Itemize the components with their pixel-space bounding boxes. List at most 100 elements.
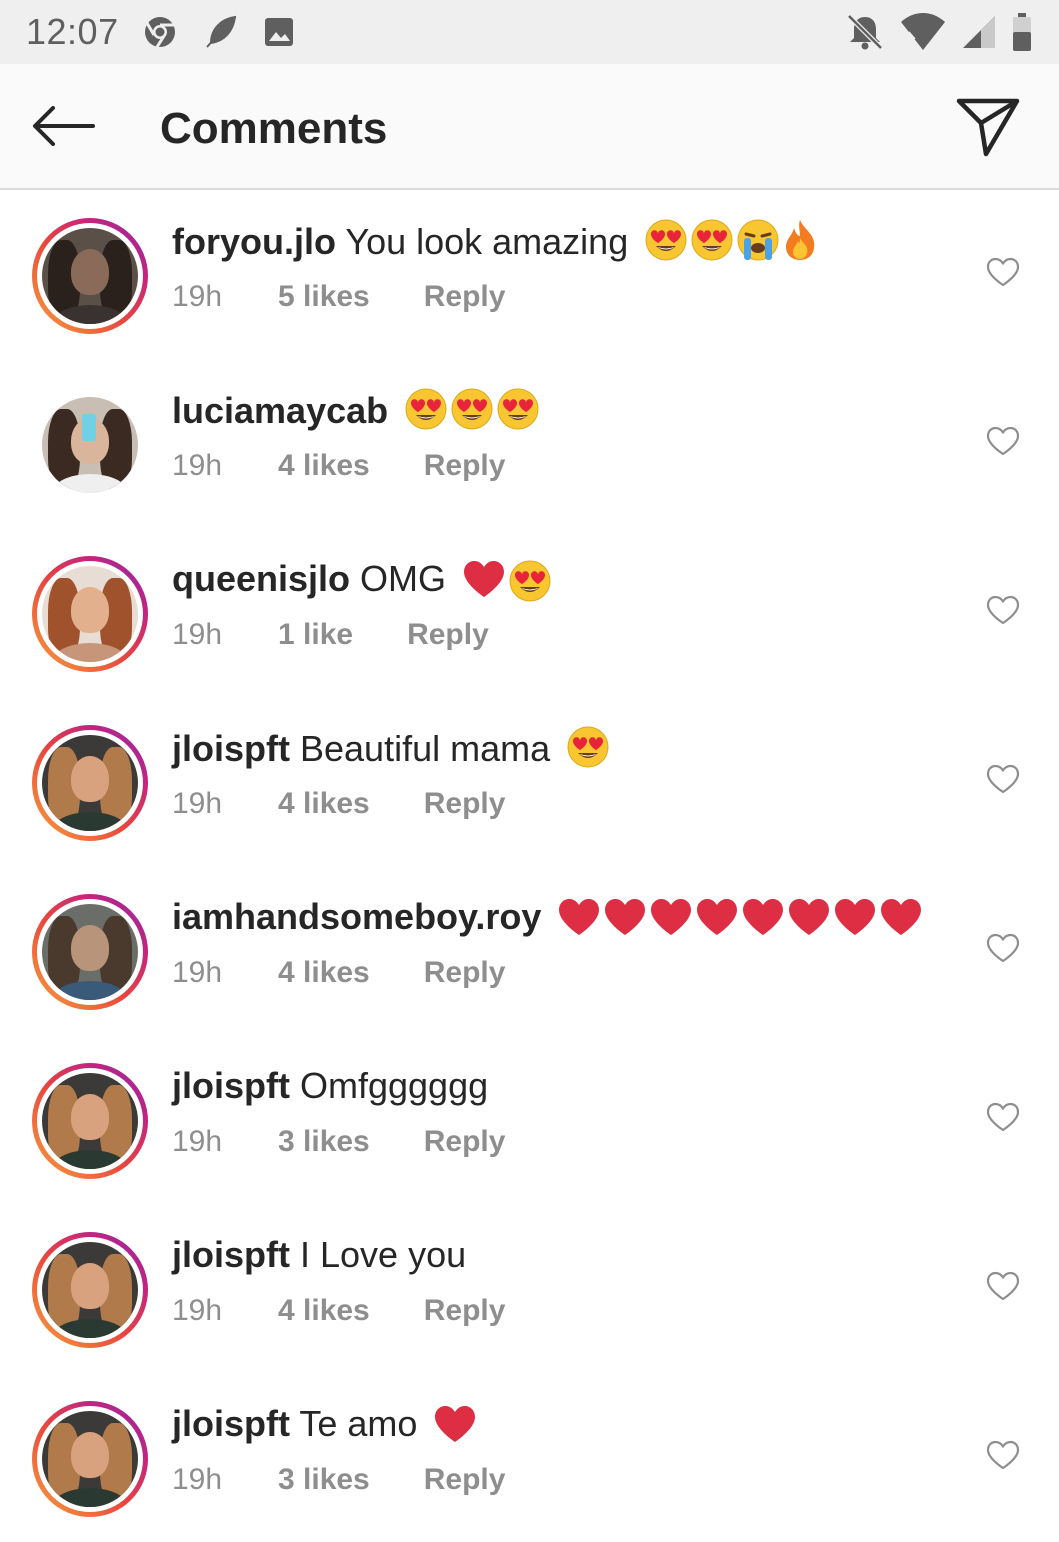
comment-row: luciamaycab 19h 4 likes Reply <box>0 359 1059 528</box>
comment-row: jloispft I Love you 19h 4 likes Reply <box>0 1204 1059 1373</box>
reply-button[interactable]: Reply <box>424 1125 506 1159</box>
reply-button[interactable]: Reply <box>407 618 489 652</box>
comment-username[interactable]: iamhandsomeboy.roy <box>172 896 541 937</box>
comment-likes[interactable]: 5 likes <box>278 280 370 314</box>
avatar-story-ring[interactable] <box>32 556 148 672</box>
send-icon <box>956 98 1020 157</box>
arrow-left-icon <box>33 106 95 146</box>
avatar <box>42 228 138 324</box>
wifi-icon <box>901 13 945 50</box>
comment-username[interactable]: foryou.jlo <box>172 221 336 262</box>
heart-outline-icon <box>986 1271 1020 1301</box>
comment-likes[interactable]: 4 likes <box>278 956 370 990</box>
avatar-frame <box>37 730 143 836</box>
comment-text: jloispft Te amo <box>172 1401 477 1455</box>
comment-likes[interactable]: 4 likes <box>278 1294 370 1328</box>
comment-likes[interactable]: 4 likes <box>278 787 370 821</box>
heart-outline-icon <box>986 595 1020 625</box>
comment-row: iamhandsomeboy.roy 19h 4 likes Reply <box>0 866 1059 1035</box>
comment-row: jloispft Omfgggggg 19h 3 likes Reply <box>0 1035 1059 1204</box>
comment-meta: 19h 4 likes Reply <box>172 1294 505 1328</box>
reply-button[interactable]: Reply <box>424 449 506 483</box>
comment-row: jloispft Beautiful mama 19h 4 likes Repl… <box>0 697 1059 866</box>
red-heart-emoji-icon <box>833 897 877 948</box>
heart-outline-icon <box>986 764 1020 794</box>
reply-button[interactable]: Reply <box>424 787 506 821</box>
avatar-story-ring[interactable] <box>32 725 148 841</box>
like-button[interactable] <box>983 252 1023 292</box>
comment-username[interactable]: jloispft <box>172 1065 290 1106</box>
chrome-icon <box>144 17 175 48</box>
comment-username[interactable]: jloispft <box>172 1234 290 1275</box>
comment-text: foryou.jlo You look amazing <box>172 218 818 273</box>
comment-time: 19h <box>172 1125 223 1158</box>
red-heart-emoji-icon <box>649 897 693 948</box>
avatar-frame <box>37 223 143 329</box>
app-header: Comments <box>0 64 1059 190</box>
avatar-story-ring[interactable] <box>32 894 148 1010</box>
comment-time: 19h <box>172 787 223 820</box>
like-button[interactable] <box>983 421 1023 461</box>
heart-eyes-emoji-icon <box>508 559 552 614</box>
comment-meta: 19h 1 like Reply <box>172 618 489 652</box>
comment-time: 19h <box>172 618 223 651</box>
avatar <box>42 1073 138 1169</box>
notifications-off-icon <box>847 14 883 50</box>
like-button[interactable] <box>983 1266 1023 1306</box>
avatar-story-ring[interactable] <box>32 1063 148 1179</box>
heart-outline-icon <box>986 1102 1020 1132</box>
avatar-story-ring[interactable] <box>32 218 148 334</box>
comment-time: 19h <box>172 1463 223 1496</box>
comment-text: jloispft Beautiful mama <box>172 725 610 780</box>
red-heart-emoji-icon <box>695 897 739 948</box>
avatar-story-ring[interactable] <box>32 1232 148 1348</box>
reply-button[interactable]: Reply <box>424 280 506 314</box>
comment-row: queenisjlo OMG 19h 1 like Reply <box>0 528 1059 697</box>
status-notification-icons <box>143 15 295 49</box>
comment-username[interactable]: jloispft <box>172 1403 290 1444</box>
avatar-frame <box>37 1406 143 1512</box>
avatar <box>42 904 138 1000</box>
comment-emojis <box>557 897 923 948</box>
comment-likes[interactable]: 1 like <box>278 618 353 652</box>
comment-likes[interactable]: 3 likes <box>278 1125 370 1159</box>
reply-button[interactable]: Reply <box>424 956 506 990</box>
like-button[interactable] <box>983 1097 1023 1137</box>
red-heart-emoji-icon <box>557 897 601 948</box>
comment-body: You look amazing <box>345 221 629 262</box>
comment-emojis <box>644 218 818 273</box>
comment-meta: 19h 3 likes Reply <box>172 1463 505 1497</box>
avatar <box>42 1242 138 1338</box>
comment-username[interactable]: jloispft <box>172 728 290 769</box>
signal-icon <box>963 16 995 48</box>
comment-text: queenisjlo OMG <box>172 556 552 614</box>
back-button[interactable] <box>30 96 96 156</box>
reply-button[interactable]: Reply <box>424 1463 506 1497</box>
avatar-frame <box>37 899 143 1005</box>
status-left: 12:07 <box>26 11 295 53</box>
avatar <box>42 566 138 662</box>
comment-likes[interactable]: 3 likes <box>278 1463 370 1497</box>
heart-eyes-emoji-icon <box>690 218 734 273</box>
like-button[interactable] <box>983 759 1023 799</box>
avatar <box>42 397 138 493</box>
like-button[interactable] <box>983 590 1023 630</box>
comment-row: foryou.jlo You look amazing 19h 5 likes … <box>0 190 1059 359</box>
comment-username[interactable]: queenisjlo <box>172 558 350 599</box>
comment-username[interactable]: luciamaycab <box>172 390 388 431</box>
share-button[interactable] <box>955 94 1021 160</box>
comment-emojis <box>404 387 540 442</box>
feather-icon <box>205 15 236 48</box>
avatar <box>42 735 138 831</box>
comment-likes[interactable]: 4 likes <box>278 449 370 483</box>
like-button[interactable] <box>983 928 1023 968</box>
reply-button[interactable]: Reply <box>424 1294 506 1328</box>
status-time: 12:07 <box>26 11 119 52</box>
status-system-icons <box>845 12 1033 52</box>
avatar-story-ring[interactable] <box>32 387 148 503</box>
avatar-story-ring[interactable] <box>32 1401 148 1517</box>
avatar-frame <box>37 1237 143 1343</box>
like-button[interactable] <box>983 1435 1023 1475</box>
comment-text: iamhandsomeboy.roy <box>172 894 923 948</box>
comment-meta: 19h 4 likes Reply <box>172 787 505 821</box>
